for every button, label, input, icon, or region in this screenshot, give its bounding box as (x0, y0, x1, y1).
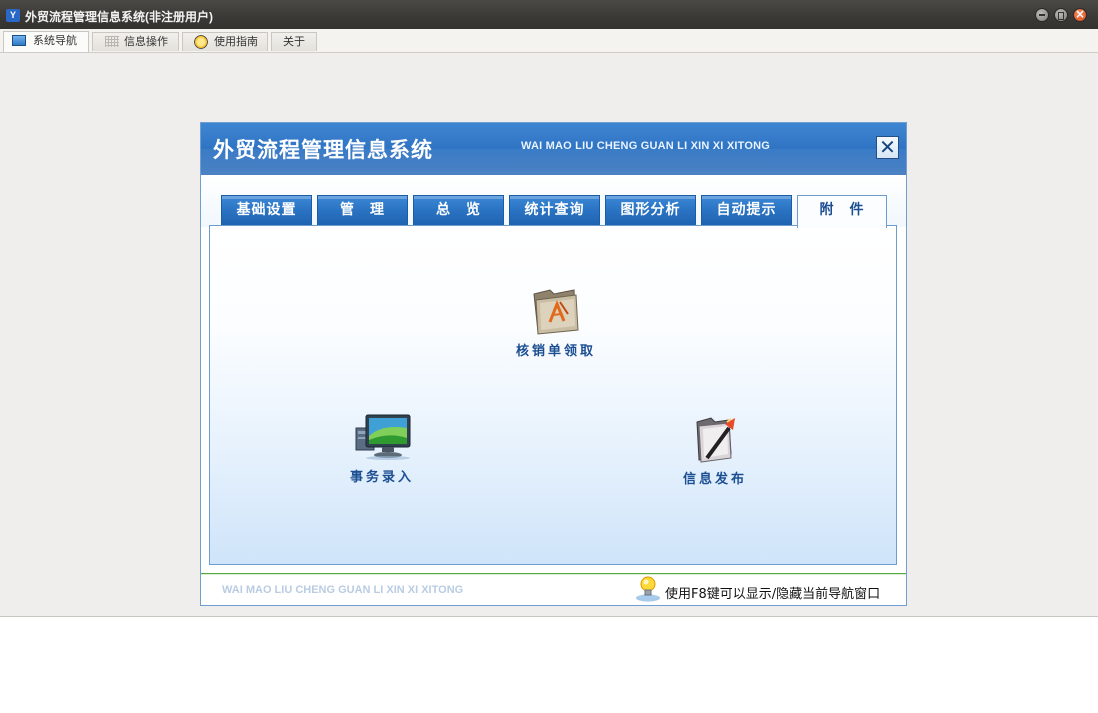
tab-info-operation[interactable]: 信息操作 (92, 32, 179, 51)
tab-label: 系统导航 (33, 35, 77, 47)
item-label: 事务录入 (349, 470, 414, 485)
monitor-icon (12, 35, 26, 46)
main-menu-tabs: 系统导航 信息操作 使用指南 关于 (0, 29, 1098, 53)
tab-label: 关于 (283, 36, 305, 48)
tab-auto-reminder[interactable]: 自动提示 (701, 195, 792, 226)
folder-app-icon (533, 289, 579, 335)
tab-statistics-query[interactable]: 统计查询 (509, 195, 600, 226)
panel-close-button[interactable]: ✕ (876, 136, 899, 159)
tab-attachments[interactable]: 附 件 (797, 195, 887, 228)
tab-graph-analysis[interactable]: 图形分析 (605, 195, 696, 226)
item-transaction-entry[interactable]: 事务录入 (327, 412, 437, 485)
panel-header: 外贸流程管理信息系统 WAI MAO LIU CHENG GUAN LI XIN… (201, 123, 906, 175)
footer-hint: 使用F8键可以显示/隐藏当前导航窗口 (665, 587, 881, 602)
window-titlebar: Y 外贸流程管理信息系统(非注册用户) (0, 0, 1098, 29)
grid-icon (105, 36, 119, 47)
computer-monitor-icon (355, 414, 411, 460)
maximize-button[interactable] (1054, 8, 1068, 22)
tab-label: 信息操作 (124, 36, 168, 48)
panel-footer: WAI MAO LIU CHENG GUAN LI XIN XI XITONG … (201, 575, 906, 605)
tab-about[interactable]: 关于 (271, 32, 317, 51)
tab-content-area: 核销单领取 事务录入 信息发布 (209, 225, 897, 565)
category-tabstrip: 基础设置 管 理 总 览 统计查询 图形分析 自动提示 附 件 (201, 175, 906, 228)
item-info-publish[interactable]: 信息发布 (660, 414, 770, 487)
tab-management[interactable]: 管 理 (317, 195, 408, 226)
item-label: 核销单领取 (515, 344, 596, 359)
window-title: 外贸流程管理信息系统(非注册用户) (25, 10, 213, 24)
tab-system-navigation[interactable]: 系统导航 (3, 31, 89, 52)
minimize-button[interactable] (1035, 8, 1049, 22)
panel-subtitle: WAI MAO LIU CHENG GUAN LI XIN XI XITONG (521, 140, 770, 152)
help-icon (194, 35, 208, 49)
tab-overview[interactable]: 总 览 (413, 195, 504, 226)
lightbulb-icon (636, 576, 660, 602)
app-logo-icon: Y (6, 9, 20, 22)
tab-label: 使用指南 (214, 36, 258, 48)
footer-watermark: WAI MAO LIU CHENG GUAN LI XIN XI XITONG (222, 584, 464, 596)
panel-title: 外贸流程管理信息系统 (213, 138, 433, 162)
navigation-panel: 外贸流程管理信息系统 WAI MAO LIU CHENG GUAN LI XIN… (200, 122, 907, 606)
item-verification-form[interactable]: 核销单领取 (501, 284, 611, 359)
close-window-button[interactable] (1073, 7, 1087, 22)
tab-basic-settings[interactable]: 基础设置 (221, 195, 312, 226)
pen-folder-icon (696, 417, 735, 463)
tab-user-guide[interactable]: 使用指南 (182, 32, 268, 51)
item-label: 信息发布 (682, 472, 747, 487)
